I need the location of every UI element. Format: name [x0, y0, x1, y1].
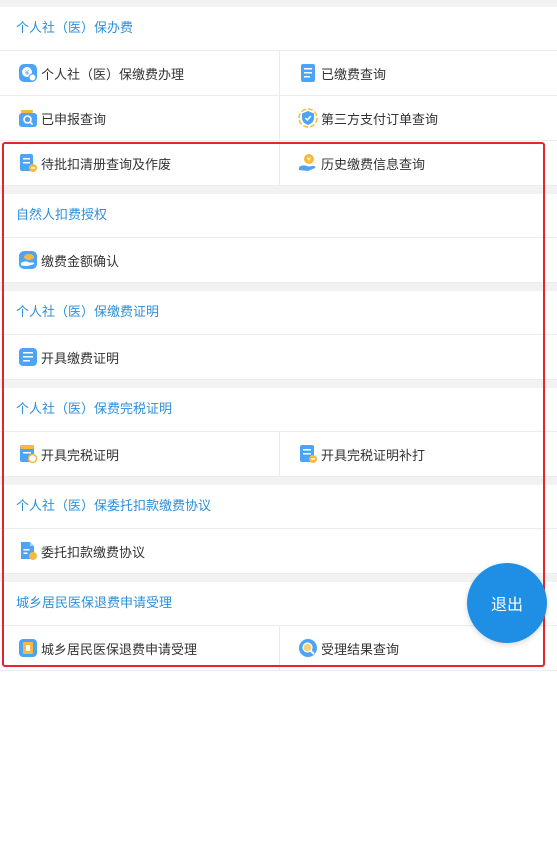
shield-check-icon [298, 108, 318, 128]
section-title-fee-handling: 个人社（医）保办费 [0, 7, 557, 51]
menu-item-label: 城乡居民医保退费申请受理 [41, 642, 198, 658]
menu-item-label: 开具完税证明 [41, 448, 120, 464]
menu-row: 开具缴费证明 [0, 335, 557, 380]
section-title-tax-certificate: 个人社（医）保费完税证明 [0, 388, 557, 432]
section-title-entrusted-deduction-agreement: 个人社（医）保委托扣款缴费协议 [0, 485, 557, 529]
document-edit-icon [18, 153, 38, 173]
menu-item-label: 待批扣清册查询及作废 [41, 157, 172, 173]
menu-item-entrusted-deduction-agreement[interactable]: 委托扣款缴费协议 [0, 529, 557, 573]
menu-item-label: 个人社（医）保缴费办理 [41, 67, 185, 83]
menu-item-label: 开具缴费证明 [41, 351, 120, 367]
menu-item-label: 受理结果查询 [321, 642, 400, 658]
page: 个人社（医）保办费 ¥ 个人社（医）保缴费办理 已缴费查询 已申报查询 第三方支… [0, 0, 557, 843]
menu-item-declared-query[interactable]: 已申报查询 [0, 96, 279, 140]
wallet-hand-icon [18, 250, 38, 270]
menu-item-issue-tax-certificate[interactable]: 开具完税证明 [0, 432, 279, 476]
menu-item-payment-handling[interactable]: ¥ 个人社（医）保缴费办理 [0, 51, 279, 95]
refund-box-icon [18, 638, 38, 658]
menu-item-refund-application[interactable]: 城乡居民医保退费申请受理 [0, 626, 279, 670]
menu-item-label: 开具完税证明补打 [321, 448, 426, 464]
section-title-deduction-authorization: 自然人扣费授权 [0, 194, 557, 238]
menu-item-issue-payment-certificate[interactable]: 开具缴费证明 [0, 335, 557, 379]
section-divider [0, 283, 557, 291]
section-divider [0, 380, 557, 388]
agreement-icon [18, 541, 38, 561]
logout-button[interactable]: 退出 [467, 563, 547, 643]
menu-row: 委托扣款缴费协议 [0, 529, 557, 574]
magnifier-icon [298, 638, 318, 658]
section-title-payment-certificate: 个人社（医）保缴费证明 [0, 291, 557, 335]
menu-item-history-payment-query[interactable]: ¥ 历史缴费信息查询 [279, 141, 557, 185]
document-lines-icon [18, 347, 38, 367]
menu-item-label: 缴费金额确认 [41, 254, 120, 270]
menu-row: 已申报查询 第三方支付订单查询 [0, 96, 557, 141]
section-divider [0, 477, 557, 485]
svg-text:¥: ¥ [307, 156, 311, 164]
menu-item-pending-deduction-query[interactable]: 待批扣清册查询及作废 [0, 141, 279, 185]
document-print-icon [298, 444, 318, 464]
menu-row: 城乡居民医保退费申请受理 受理结果查询 [0, 626, 557, 671]
menu-row: ¥ 个人社（医）保缴费办理 已缴费查询 [0, 51, 557, 96]
menu-row: 开具完税证明 开具完税证明补打 [0, 432, 557, 477]
menu-item-label: 历史缴费信息查询 [321, 157, 426, 173]
top-divider [0, 0, 557, 7]
menu-item-tax-certificate-reprint[interactable]: 开具完税证明补打 [279, 432, 557, 476]
menu-row: 缴费金额确认 [0, 238, 557, 283]
menu-item-label: 第三方支付订单查询 [321, 112, 439, 128]
menu-item-third-party-order-query[interactable]: 第三方支付订单查询 [279, 96, 557, 140]
money-circle-icon: ¥ [18, 63, 38, 83]
section-divider [0, 186, 557, 194]
search-folder-icon [18, 108, 38, 128]
document-stamp-icon [18, 444, 38, 464]
document-list-icon [298, 63, 318, 83]
menu-item-label: 已缴费查询 [321, 67, 387, 83]
menu-item-paid-query[interactable]: 已缴费查询 [279, 51, 557, 95]
menu-item-label: 已申报查询 [41, 112, 107, 128]
menu-item-label: 委托扣款缴费协议 [41, 545, 146, 561]
coin-hand-icon: ¥ [298, 153, 318, 173]
menu-item-amount-confirm[interactable]: 缴费金额确认 [0, 238, 557, 282]
menu-row: 待批扣清册查询及作废 ¥ 历史缴费信息查询 [0, 141, 557, 186]
